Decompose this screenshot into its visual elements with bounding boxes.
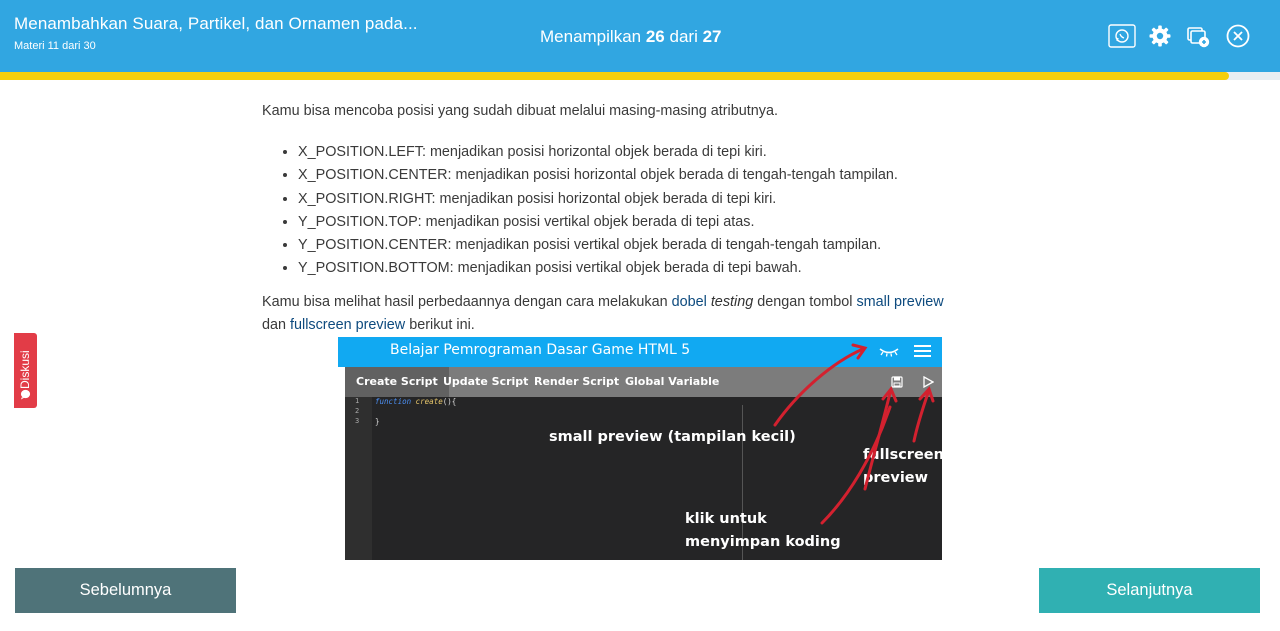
bold-term: fullscreen preview bbox=[290, 316, 406, 333]
progress-fill bbox=[0, 72, 1229, 80]
bold-term: dobel bbox=[671, 293, 707, 310]
lesson-content: Kamu bisa mencoba posisi yang sudah dibu… bbox=[262, 100, 1022, 337]
arrow-fullscreen-b bbox=[912, 391, 930, 443]
list-item: Y_POSITION.TOP: menjadikan posisi vertik… bbox=[298, 211, 1022, 234]
page-title: Menambahkan Suara, Partikel, dan Ornamen… bbox=[14, 14, 418, 33]
header-bar: Menambahkan Suara, Partikel, dan Ornamen… bbox=[0, 0, 1280, 72]
preview-text: Kamu bisa melihat hasil perbedaannya den… bbox=[262, 293, 672, 310]
attribute-list: X_POSITION.LEFT: menjadikan posisi horiz… bbox=[298, 141, 1022, 281]
preview-text: dan bbox=[262, 316, 291, 333]
page-counter: Menampilkan 26 dari 27 bbox=[540, 27, 722, 47]
counter-mid: dari bbox=[669, 27, 698, 46]
preview-text: berikut ini. bbox=[405, 316, 475, 333]
editor-screenshot: Belajar Pemrograman Dasar Game HTML 5 Cr… bbox=[338, 337, 942, 560]
chat-icon bbox=[20, 389, 31, 400]
discussion-label: Diskusi bbox=[18, 350, 32, 389]
list-item: X_POSITION.LEFT: menjadikan posisi horiz… bbox=[298, 141, 1022, 164]
next-button[interactable]: Selanjutnya bbox=[1039, 568, 1260, 613]
counter-total: 27 bbox=[702, 27, 722, 46]
preview-paragraph: Kamu bisa melihat hasil perbedaannya den… bbox=[262, 291, 1022, 337]
list-item: X_POSITION.CENTER: menjadikan posisi hor… bbox=[298, 164, 1022, 187]
whatsapp-icon[interactable] bbox=[1108, 24, 1136, 50]
list-item: Y_POSITION.CENTER: menjadikan posisi ver… bbox=[298, 234, 1022, 257]
annotation-arrows bbox=[773, 343, 935, 525]
emphasis-term: testing bbox=[710, 293, 754, 310]
previous-button[interactable]: Sebelumnya bbox=[15, 568, 236, 613]
list-item: Y_POSITION.BOTTOM: menjadikan posisi ver… bbox=[298, 257, 1022, 280]
counter-prefix: Menampilkan bbox=[540, 27, 642, 46]
progress-bar bbox=[0, 72, 1280, 80]
windows-plus-icon[interactable] bbox=[1186, 24, 1212, 50]
bold-term: small preview bbox=[856, 293, 944, 310]
arrow-save bbox=[820, 405, 892, 525]
arrow-small-preview bbox=[773, 347, 865, 427]
close-circle-icon[interactable] bbox=[1226, 24, 1252, 50]
preview-text: dengan tombol bbox=[753, 293, 857, 310]
discussion-tab[interactable]: Diskusi bbox=[14, 333, 37, 408]
material-subtitle: Materi 11 dari 30 bbox=[14, 40, 96, 52]
intro-paragraph: Kamu bisa mencoba posisi yang sudah dibu… bbox=[262, 103, 778, 119]
list-item: X_POSITION.RIGHT: menjadikan posisi hori… bbox=[298, 188, 1022, 211]
counter-current: 26 bbox=[645, 27, 665, 46]
gear-icon[interactable] bbox=[1148, 24, 1174, 50]
